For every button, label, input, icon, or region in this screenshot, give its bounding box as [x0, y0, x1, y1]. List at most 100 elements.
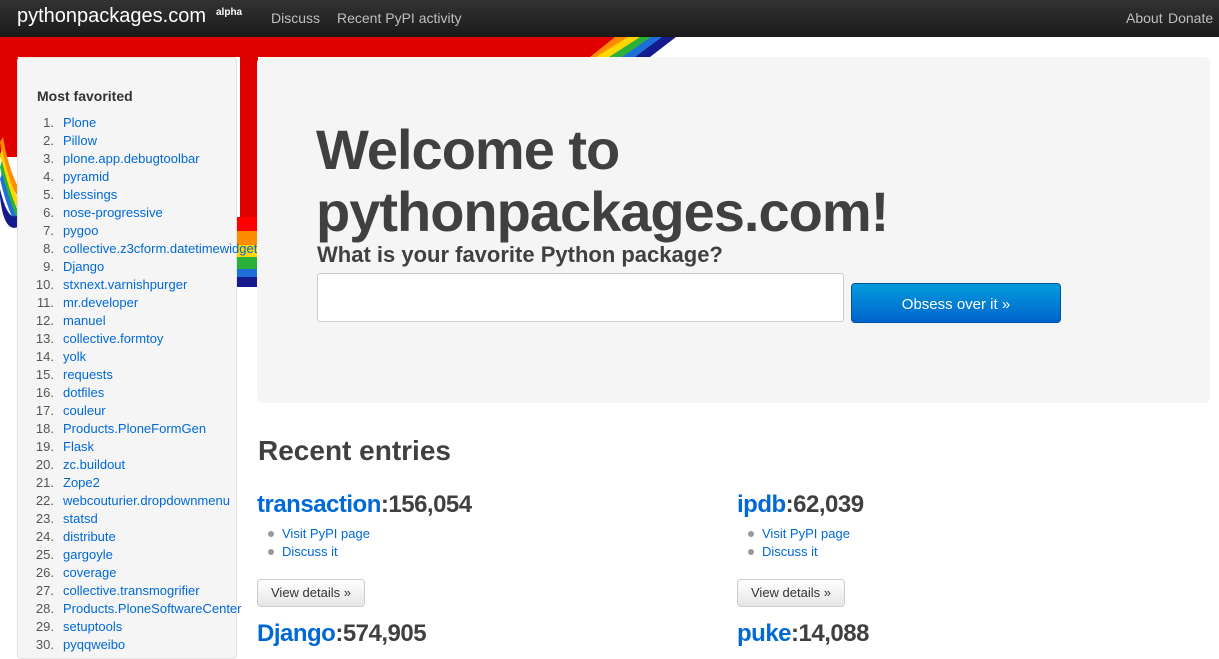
- favorite-package-link[interactable]: webcouturier.dropdownmenu: [63, 492, 230, 510]
- entry-link-item: Discuss it: [748, 543, 1157, 561]
- entry-name-link[interactable]: puke: [737, 620, 792, 647]
- favorite-package-link[interactable]: zc.buildout: [63, 456, 125, 474]
- favorite-rank: 4.: [43, 169, 54, 184]
- entry-link-item: Discuss it: [268, 543, 677, 561]
- favorite-package-link[interactable]: Django: [63, 258, 104, 276]
- package-search-input[interactable]: [317, 273, 844, 322]
- favorite-package-link[interactable]: collective.transmogrifier: [63, 582, 200, 600]
- favorite-package-link[interactable]: yolk: [63, 348, 86, 366]
- favorite-rank: 6.: [43, 205, 54, 220]
- favorite-rank: 21.: [35, 475, 54, 490]
- entry-heading: puke:14,088: [737, 620, 1157, 648]
- favorite-package-link[interactable]: collective.z3cform.datetimewidget: [63, 240, 257, 258]
- favorite-rank: 29.: [35, 619, 54, 634]
- hero-title-line2: pythonpackages.com!: [316, 180, 889, 243]
- favorite-package-link[interactable]: pyqqweibo: [63, 636, 125, 654]
- favorite-rank: 7.: [43, 223, 54, 238]
- entry-link-item: Visit PyPI page: [748, 525, 1157, 543]
- favorite-package-link[interactable]: gargoyle: [63, 546, 113, 564]
- entry-count: :14,088: [791, 620, 869, 647]
- favorite-rank: 24.: [35, 529, 54, 544]
- favorite-package-link[interactable]: statsd: [63, 510, 98, 528]
- favorite-package-link[interactable]: Pillow: [63, 132, 97, 150]
- entry-name-link[interactable]: transaction: [257, 491, 381, 518]
- entry-count: :574,905: [335, 620, 427, 647]
- favorite-rank: 8.: [43, 241, 54, 256]
- nav-donate[interactable]: Donate: [1168, 10, 1213, 26]
- favorite-rank: 11.: [36, 295, 54, 310]
- brand-link[interactable]: pythonpackages.com: [17, 5, 206, 28]
- favorite-package-link[interactable]: requests: [63, 366, 113, 384]
- favorite-package-link[interactable]: Flask: [63, 438, 94, 456]
- hero-question: What is your favorite Python package?: [317, 242, 723, 267]
- obsess-button[interactable]: Obsess over it »: [851, 283, 1061, 323]
- favorite-rank: 18.: [35, 421, 54, 436]
- favorite-package-link[interactable]: Zope2: [63, 474, 100, 492]
- favorite-rank: 15.: [35, 367, 54, 382]
- entry-links: Visit PyPI page Discuss it: [737, 525, 1157, 561]
- favorite-rank: 20.: [35, 457, 54, 472]
- favorite-rank: 14.: [35, 349, 54, 364]
- favorite-package-link[interactable]: pygoo: [63, 222, 98, 240]
- discuss-link[interactable]: Discuss it: [282, 544, 338, 559]
- favorite-rank: 3.: [43, 151, 54, 166]
- favorite-package-link[interactable]: Plone: [63, 114, 96, 132]
- favorite-rank: 19.: [35, 439, 54, 454]
- entry-link-item: Visit PyPI page: [268, 525, 677, 543]
- favorite-rank: 13.: [35, 331, 54, 346]
- favorite-rank: 2.: [43, 133, 54, 148]
- favorite-rank: 16.: [35, 385, 54, 400]
- entry-heading: Django:574,905: [257, 620, 677, 648]
- view-details-button[interactable]: View details »: [257, 579, 365, 607]
- entry-heading: transaction:156,054: [257, 491, 677, 519]
- favorite-package-link[interactable]: dotfiles: [63, 384, 104, 402]
- entry-card: ipdb:62,039 Visit PyPI page Discuss it V…: [737, 491, 1157, 607]
- favorite-rank: 30.: [35, 637, 54, 652]
- favorite-rank: 1.: [43, 115, 54, 130]
- discuss-link[interactable]: Discuss it: [762, 544, 818, 559]
- favorite-rank: 17.: [35, 403, 54, 418]
- hero-title: Welcome to pythonpackages.com!: [316, 119, 1036, 243]
- favorite-package-link[interactable]: collective.formtoy: [63, 330, 163, 348]
- visit-pypi-link[interactable]: Visit PyPI page: [282, 526, 370, 541]
- favorite-package-link[interactable]: couleur: [63, 402, 106, 420]
- favorite-package-link[interactable]: manuel: [63, 312, 106, 330]
- favorite-package-link[interactable]: distribute: [63, 528, 116, 546]
- favorite-rank: 10.: [35, 277, 54, 292]
- favorite-rank: 23.: [35, 511, 54, 526]
- entry-heading: ipdb:62,039: [737, 491, 1157, 519]
- favorite-package-link[interactable]: Products.PloneFormGen: [63, 420, 206, 438]
- favorite-package-link[interactable]: plone.app.debugtoolbar: [63, 150, 200, 168]
- favorite-package-link[interactable]: Products.PloneSoftwareCenter: [63, 600, 241, 618]
- favorite-package-link[interactable]: mr.developer: [63, 294, 138, 312]
- recent-entries-title: Recent entries: [258, 435, 451, 466]
- sidebar: Most favorited 1. Plone 2. Pillow 3. plone.ap…: [17, 57, 257, 659]
- entry-name-link[interactable]: Django: [257, 620, 336, 647]
- favorite-package-link[interactable]: nose-progressive: [63, 204, 163, 222]
- view-details-button[interactable]: View details »: [737, 579, 845, 607]
- favorite-rank: 22.: [35, 493, 54, 508]
- favorite-rank: 28.: [35, 601, 54, 616]
- favorite-package-link[interactable]: blessings: [63, 186, 117, 204]
- nav-discuss[interactable]: Discuss: [271, 10, 320, 26]
- favorite-package-link[interactable]: setuptools: [63, 618, 122, 636]
- entry-count: :156,054: [380, 491, 472, 518]
- entry-card: puke:14,088: [737, 620, 1157, 648]
- hero: Welcome to pythonpackages.com! What is y…: [257, 57, 1210, 403]
- favorite-rank: 9.: [43, 259, 54, 274]
- favorite-package-link[interactable]: stxnext.varnishpurger: [63, 276, 187, 294]
- entry-name-link[interactable]: ipdb: [737, 491, 786, 518]
- entry-card: transaction:156,054 Visit PyPI page Disc…: [257, 491, 677, 607]
- entry-card: Django:574,905: [257, 620, 677, 648]
- favorite-rank: 12.: [35, 313, 54, 328]
- favorite-package-link[interactable]: pyramid: [63, 168, 109, 186]
- favorite-rank: 27.: [35, 583, 54, 598]
- nav-recent-pypi-activity[interactable]: Recent PyPI activity: [337, 10, 462, 26]
- favorite-rank: 5.: [43, 187, 54, 202]
- hero-title-line1: Welcome to: [316, 118, 620, 181]
- favorite-package-link[interactable]: coverage: [63, 564, 116, 582]
- favorite-rank: 26.: [35, 565, 54, 580]
- entry-count: :62,039: [785, 491, 864, 518]
- visit-pypi-link[interactable]: Visit PyPI page: [762, 526, 850, 541]
- nav-about[interactable]: About: [1126, 10, 1163, 26]
